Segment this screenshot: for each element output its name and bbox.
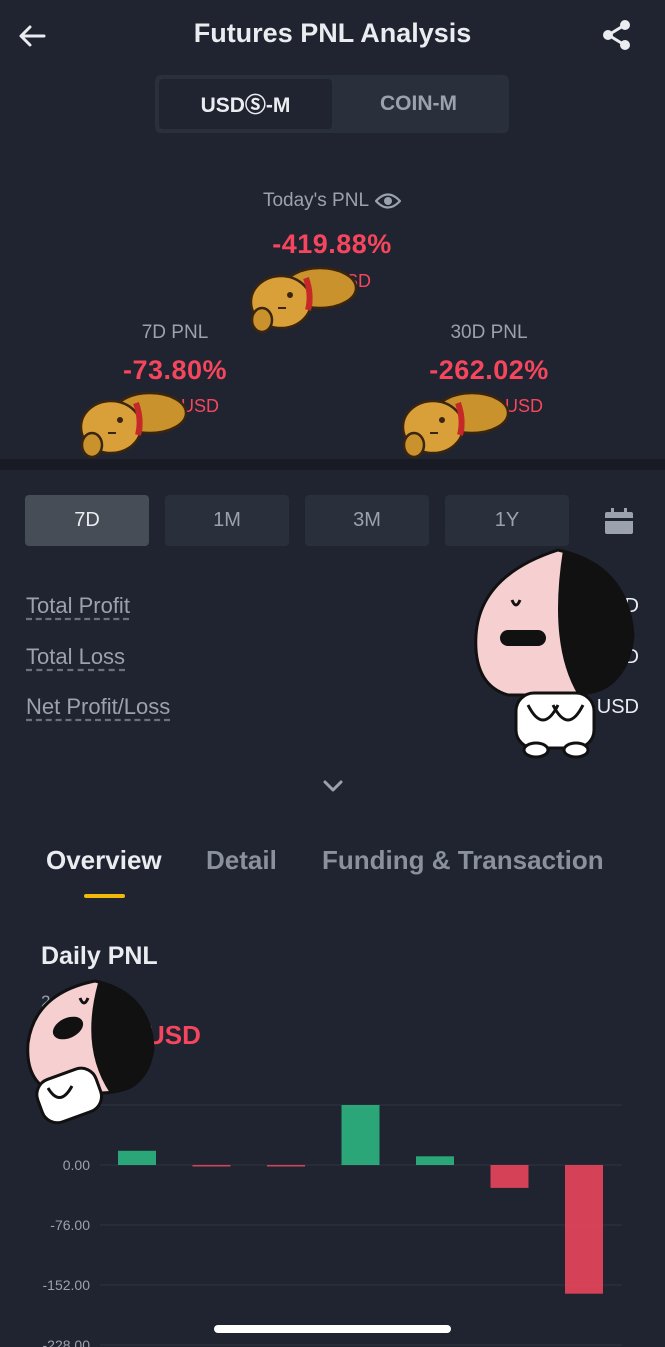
chart-tick-label: -228.00 [43,1337,91,1347]
daily-pnl-title: Daily PNL [41,942,158,970]
peach-sticker [26,979,155,1125]
today-pnl-label: Today's PNL [262,190,370,211]
pnl-7d-label: 7D PNL [141,322,209,343]
segment-usds-m[interactable]: USDⓈ-M [159,79,332,129]
calendar-button[interactable] [598,500,640,542]
chart-bar[interactable] [341,1105,380,1165]
tab-overview[interactable]: Overview [46,845,162,876]
home-indicator [214,1325,451,1333]
chart-bar[interactable] [565,1165,603,1294]
chart-bar[interactable] [490,1165,529,1188]
back-button[interactable] [14,18,50,54]
share-button[interactable] [598,16,636,54]
eye-icon[interactable] [375,192,402,210]
period-tab-1m[interactable]: 1M [165,495,289,546]
dog-sticker [249,266,358,334]
chart-tick-label: 0.00 [63,1157,90,1173]
chart-bar[interactable] [192,1165,231,1167]
total-profit-label[interactable]: Total Profit [26,593,130,619]
chart-tick-label: -76.00 [50,1217,90,1233]
chart-bar[interactable] [118,1150,156,1165]
pnl-30d-label: 30D PNL [450,322,528,343]
segment-coin-m[interactable]: COIN-M [332,79,505,129]
dog-sticker [79,391,188,459]
chart-tick-label: -152.00 [43,1277,91,1293]
arrow-left-icon [19,25,46,47]
total-loss-label[interactable]: Total Loss [26,644,125,670]
tab-detail[interactable]: Detail [206,845,277,876]
page-title: Futures PNL Analysis [193,18,472,48]
period-tab-7d[interactable]: 7D [25,495,149,546]
calendar-icon [605,508,633,534]
margin-type-segment: USDⓈ-M COIN-M [155,75,509,133]
expand-button[interactable] [312,770,354,802]
chart-bar[interactable] [267,1165,305,1167]
chevron-down-icon [323,780,343,792]
app-header: Futures PNL Analysis [0,0,665,70]
chart-bar[interactable] [416,1156,454,1165]
active-tab-indicator [84,894,125,898]
dog-sticker [401,391,510,459]
period-tab-3m[interactable]: 3M [305,495,429,546]
section-divider [0,459,665,470]
net-pnl-label[interactable]: Net Profit/Loss [26,694,170,720]
peach-sticker [474,548,635,759]
period-tab-1y[interactable]: 1Y [445,495,569,546]
tab-funding-transaction[interactable]: Funding & Transaction [322,845,604,876]
share-icon [603,20,630,50]
today-pnl-header: Today's PNL [232,190,432,212]
